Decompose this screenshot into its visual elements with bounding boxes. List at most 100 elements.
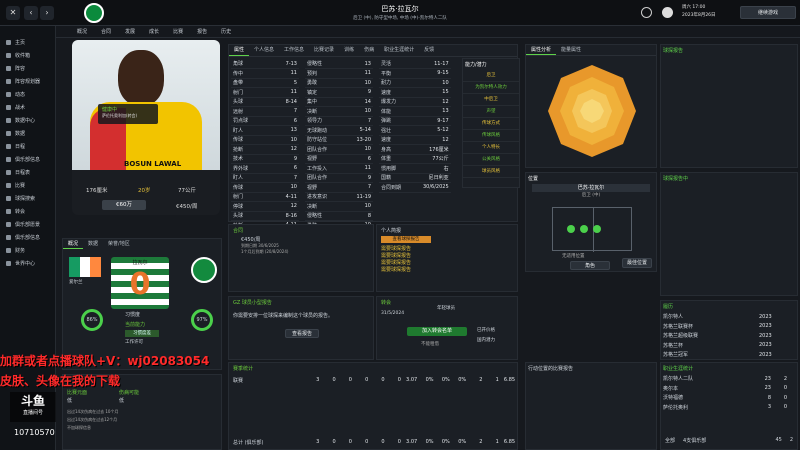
attribute-name: 平衡: [381, 70, 392, 77]
attribute-value: 7: [293, 108, 297, 115]
sidebar-item-label: 收件箱: [15, 53, 31, 59]
close-icon[interactable]: ✕: [6, 6, 20, 20]
sidebar-item[interactable]: 日程表: [0, 166, 55, 179]
age-value: 20岁: [138, 188, 151, 194]
attribute-name: 体能: [381, 108, 392, 115]
stats-value: 0%: [425, 439, 434, 445]
role-item[interactable]: 后卫: [463, 70, 519, 82]
career-total-row: 全部 4支俱乐部 45 2: [665, 437, 793, 444]
club-badge-icon[interactable]: [84, 3, 104, 23]
attribute-name: 弹跳: [381, 118, 392, 125]
role-item[interactable]: 传球风格: [463, 130, 519, 142]
nav-tab[interactable]: 概况: [70, 26, 94, 37]
sidebar-item[interactable]: 俱乐部愿景: [0, 218, 55, 231]
player-head: [118, 50, 164, 106]
attribute-row: 技术 9: [231, 154, 299, 164]
career-row: 沃特福德 8 0: [661, 393, 789, 403]
nav-tab[interactable]: 历史: [214, 26, 238, 37]
attribute-value: 11-17: [434, 60, 449, 67]
tab-attribute-analysis[interactable]: 属性分析: [526, 45, 557, 55]
attribute-tab[interactable]: 个人信息: [249, 45, 279, 56]
sidebar-item[interactable]: 动态: [0, 88, 55, 101]
tab-energy-attributes[interactable]: 能量属性: [556, 45, 586, 55]
attribute-row: 无球跑动 5-14: [305, 126, 373, 135]
stats-value: 3.07: [406, 439, 418, 445]
attribute-value: 77公斤: [432, 156, 449, 163]
forward-icon[interactable]: ›: [40, 6, 54, 20]
sidebar-item[interactable]: 阵容: [0, 62, 55, 75]
offer-option-1[interactable]: 已开价格: [477, 327, 495, 333]
attribute-row: 防守站位 13-20: [305, 135, 373, 145]
sidebar-item-label: 数据: [15, 131, 26, 137]
continue-button[interactable]: 继续游戏: [740, 6, 796, 19]
view-report-button[interactable]: 查看报告: [285, 329, 319, 338]
attribute-name: 防守站位: [307, 137, 328, 144]
attribute-name: 头球: [233, 99, 244, 106]
sidebar-item[interactable]: 球探搜索: [0, 192, 55, 205]
offer-option-2[interactable]: 国内潜力: [477, 337, 495, 343]
settings-icon[interactable]: [662, 7, 673, 18]
nav-tab[interactable]: 报告: [190, 26, 214, 37]
attribute-row: 射门 11: [231, 88, 299, 97]
roles-panel: 能力/潜力 后卫 为凯尔特人效力 中后卫 声望 传球方式 传球风格 个人特长 公关风格 球员风格: [462, 58, 520, 188]
sidebar-item[interactable]: 俱乐部信息: [0, 153, 55, 166]
sidebar-item[interactable]: 数据: [0, 127, 55, 140]
attribute-tab[interactable]: 训练: [339, 45, 359, 56]
stats-value: 0: [348, 439, 352, 445]
help-icon[interactable]: [641, 7, 652, 18]
sidebar-item[interactable]: 收件箱: [0, 49, 55, 62]
sidebar-item[interactable]: 阵容规划器: [0, 75, 55, 88]
sidebar-item-label: 数据中心: [15, 118, 36, 124]
attribute-tabs: 属性 个人信息 工作信息 比赛记录 训练 伤病 职业生涯统计 反馈: [229, 45, 517, 57]
report-line: 需要球探报告: [381, 253, 412, 259]
nav-tab[interactable]: 发展: [118, 26, 142, 37]
nav-tab[interactable]: 合同: [94, 26, 118, 37]
attribute-tab[interactable]: 属性: [229, 45, 250, 56]
attribute-row: 灵活 11-17: [379, 59, 451, 69]
attribute-row: 射门 4-11: [231, 192, 299, 202]
overview-tab[interactable]: 荣誉/地区: [103, 239, 135, 249]
club-crest-icon: [191, 257, 217, 283]
role-item[interactable]: 传球方式: [463, 118, 519, 130]
attribute-name: 传中: [233, 70, 244, 77]
sidebar-item[interactable]: 主页: [0, 36, 55, 49]
role-button[interactable]: 角色: [570, 261, 610, 270]
role-item[interactable]: 公关风格: [463, 154, 519, 166]
flag-icon: [69, 257, 102, 277]
overview-tab[interactable]: 概况: [63, 239, 84, 249]
sidebar-item-icon: [6, 144, 11, 149]
sidebar-item[interactable]: 比赛: [0, 179, 55, 192]
nav-tab[interactable]: 比赛: [166, 26, 190, 37]
sidebar-item[interactable]: 日程: [0, 140, 55, 153]
sidebar-item[interactable]: 世界中心: [0, 257, 55, 270]
role-item[interactable]: 为凯尔特人效力: [463, 82, 519, 94]
role-item[interactable]: 中后卫: [463, 94, 519, 106]
shirt-label: 拉瓦尔: [132, 260, 148, 266]
attribute-value: 10: [290, 136, 297, 143]
add-to-transfer-list-button[interactable]: 加入转会名单: [407, 327, 467, 336]
sidebar-item[interactable]: 数据中心: [0, 114, 55, 127]
role-item[interactable]: 球员风格: [463, 166, 519, 178]
stats-value: 6.85: [503, 439, 516, 445]
attribute-name: 射门: [233, 194, 244, 201]
role-item[interactable]: 声望: [463, 106, 519, 118]
best-position-select[interactable]: 最佳位置: [622, 258, 652, 268]
nav-tab[interactable]: 成长: [142, 26, 166, 37]
attribute-tab[interactable]: 比赛记录: [309, 45, 339, 56]
attribute-tab[interactable]: 反馈: [419, 45, 439, 56]
position-role: 后卫 (中): [581, 193, 601, 198]
sidebar-item[interactable]: 俱乐部信息: [0, 231, 55, 244]
attribute-tab[interactable]: 职业生涯统计: [379, 45, 419, 56]
value-badge: €60万: [102, 200, 146, 210]
sidebar-item[interactable]: 战术: [0, 101, 55, 114]
sidebar-item[interactable]: 转会: [0, 205, 55, 218]
back-icon[interactable]: ‹: [24, 6, 38, 20]
attribute-tab[interactable]: 工作信息: [279, 45, 309, 56]
attribute-name: 领导力: [307, 118, 323, 125]
sidebar-item[interactable]: 财务: [0, 244, 55, 257]
attribute-tab[interactable]: 伤病: [359, 45, 379, 56]
role-item[interactable]: 个人特长: [463, 142, 519, 154]
overview-tab[interactable]: 数据: [83, 239, 103, 249]
history-comp: 苏格兰联赛杯: [663, 323, 694, 330]
view-scout-report-button[interactable]: 查看球探报告: [381, 236, 431, 243]
